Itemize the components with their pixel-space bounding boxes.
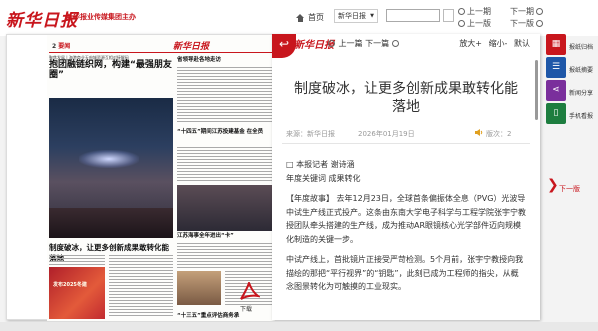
- circle-icon: [328, 40, 335, 47]
- right-headline-3[interactable]: 江苏海事全年进出“卡”: [177, 233, 273, 239]
- next-page-side-link[interactable]: 下一版: [559, 184, 580, 194]
- pdf-icon[interactable]: [238, 282, 260, 302]
- article-meta: 来源：新华日报 2026年01月19日 版次：2: [286, 129, 526, 139]
- zoom-out-button[interactable]: 缩小-: [489, 39, 508, 48]
- logo-subtitle: 新华报业传媒集团主办: [66, 13, 136, 21]
- prev-page-link[interactable]: 上一版: [458, 18, 491, 29]
- photo-glow: [79, 150, 139, 168]
- list-icon: ☰: [551, 62, 561, 72]
- article-date: 2026年01月19日: [358, 130, 415, 138]
- caret-down-icon: ▼: [370, 13, 374, 19]
- share-button[interactable]: ⋖: [546, 80, 566, 101]
- zoom-in-button[interactable]: 放大+: [459, 39, 482, 48]
- next-issue-link[interactable]: 下一期: [510, 6, 545, 17]
- prev-article-link[interactable]: 上一篇: [339, 39, 363, 48]
- paper-header: 2 要闻 新华日报: [49, 41, 273, 53]
- search-button[interactable]: [443, 9, 454, 22]
- article-source: 来源：新华日报: [286, 130, 335, 138]
- pdf-download-label[interactable]: 下载: [240, 304, 252, 313]
- newspaper-sheet[interactable]: 2 要闻 新华日报 聚焦发展 | 海港商业天府城资源互相对接解码 抱团融链织网，…: [47, 35, 275, 321]
- sidebar-label[interactable]: 新闻分享: [569, 88, 593, 97]
- text-block: [177, 243, 273, 269]
- photo-ground: [49, 208, 173, 238]
- news-photo-small[interactable]: [177, 271, 221, 305]
- next-article-link[interactable]: 下一篇: [365, 39, 389, 48]
- next-page-link[interactable]: 下一版: [510, 18, 545, 29]
- home-icon: [296, 13, 305, 22]
- paper-headline-1[interactable]: 抱团融链织网，构建“最强朋友圈”: [49, 60, 173, 81]
- article-tools: 放大+ 缩小- 默认: [455, 38, 530, 49]
- text-block: [177, 147, 273, 181]
- text-block: [109, 255, 173, 317]
- page-stack-shadow: [0, 322, 598, 331]
- paper-masthead: 新华日报: [173, 42, 210, 52]
- back-arrow-icon: ↩: [278, 37, 290, 51]
- list-button[interactable]: ☰: [546, 57, 566, 78]
- circle-icon: [458, 8, 465, 15]
- paper-page-number: 2 要闻: [52, 43, 71, 50]
- right-headline-1[interactable]: 省领导赴各地走访: [177, 57, 273, 63]
- share-icon: ⋖: [552, 85, 560, 95]
- calendar-icon: ▦: [551, 39, 561, 49]
- article-keywords: 年度关键词 成果转化: [286, 173, 361, 183]
- default-size-button[interactable]: 默认: [514, 39, 530, 48]
- news-photo-event[interactable]: 发布2025冬建: [49, 267, 105, 319]
- calendar-button[interactable]: ▦: [546, 34, 566, 55]
- top-bar: 新华日报 新华报业传媒集团主办 首页 新华日报 ▼ 上一期 下一期 上一版 下一…: [0, 0, 598, 36]
- circle-icon: [536, 20, 543, 27]
- prev-issue-label: 上一期: [467, 7, 491, 16]
- sidebar-label[interactable]: 报纸归档: [569, 42, 593, 51]
- speaker-icon[interactable]: [474, 128, 483, 137]
- chevron-right-icon[interactable]: ❯: [547, 177, 559, 193]
- right-headline-2[interactable]: “十四五”期间江苏投建基金 在全员: [177, 129, 273, 135]
- scrollbar-thumb[interactable]: [535, 60, 538, 120]
- prev-issue-link[interactable]: 上一期: [458, 6, 491, 17]
- edition-select-value: 新华日报: [338, 12, 366, 20]
- next-page-label: 下一版: [510, 19, 534, 28]
- news-photo-meeting[interactable]: [177, 185, 273, 231]
- right-headline-4[interactable]: “十三五”重点评估商务承: [177, 313, 273, 319]
- sidebar-label[interactable]: 报纸摘要: [569, 65, 593, 74]
- sidebar-label[interactable]: 手机看报: [569, 111, 593, 120]
- article-author: □ 本报记者 谢诗涵: [286, 160, 355, 169]
- phone-icon: ▯: [553, 108, 559, 118]
- next-issue-label: 下一期: [510, 7, 534, 16]
- photo-caption: 发布2025冬建: [53, 282, 87, 288]
- divider: [282, 143, 530, 144]
- edition-select[interactable]: 新华日报 ▼: [334, 9, 378, 23]
- circle-icon: [458, 20, 465, 27]
- article-nav: 上一篇 下一篇: [328, 38, 400, 49]
- article-paragraph: 中试产线上，首批镜片正接受严苛检测。5个月前，张宇宁教授向我描绘的那把“平行视界…: [286, 255, 524, 291]
- newspaper-page[interactable]: 2 要闻 新华日报 聚焦发展 | 海港商业天府城资源互相对接解码 抱团融链织网，…: [6, 34, 275, 321]
- home-link[interactable]: 首页: [296, 12, 324, 23]
- home-label: 首页: [308, 13, 324, 22]
- article-paragraph: 【年度故事】 去年12月23日，全球首条偏振体全息（PVG）光波导中试生产线正式…: [286, 194, 526, 244]
- text-block: [177, 67, 273, 123]
- search-input[interactable]: [386, 9, 440, 22]
- article-version: 版次：2: [486, 130, 512, 138]
- prev-page-label: 上一版: [467, 19, 491, 28]
- circle-icon: [391, 40, 399, 47]
- phone-button[interactable]: ▯: [546, 103, 566, 124]
- article-body: □ 本报记者 谢诗涵 年度关键词 成果转化 【年度故事】 去年12月23日，全球…: [286, 158, 526, 301]
- article-title: 制度破冰，让更多创新成果敢转化能落地: [294, 81, 518, 115]
- text-block: [49, 255, 105, 265]
- news-photo-skyline[interactable]: [49, 98, 173, 238]
- article-panel: ↩ 新华日报 上一篇 下一篇 放大+ 缩小- 默认 制度破冰，让更多创新成果敢转…: [272, 34, 540, 320]
- circle-icon: [536, 8, 543, 15]
- back-button[interactable]: ↩: [272, 34, 296, 58]
